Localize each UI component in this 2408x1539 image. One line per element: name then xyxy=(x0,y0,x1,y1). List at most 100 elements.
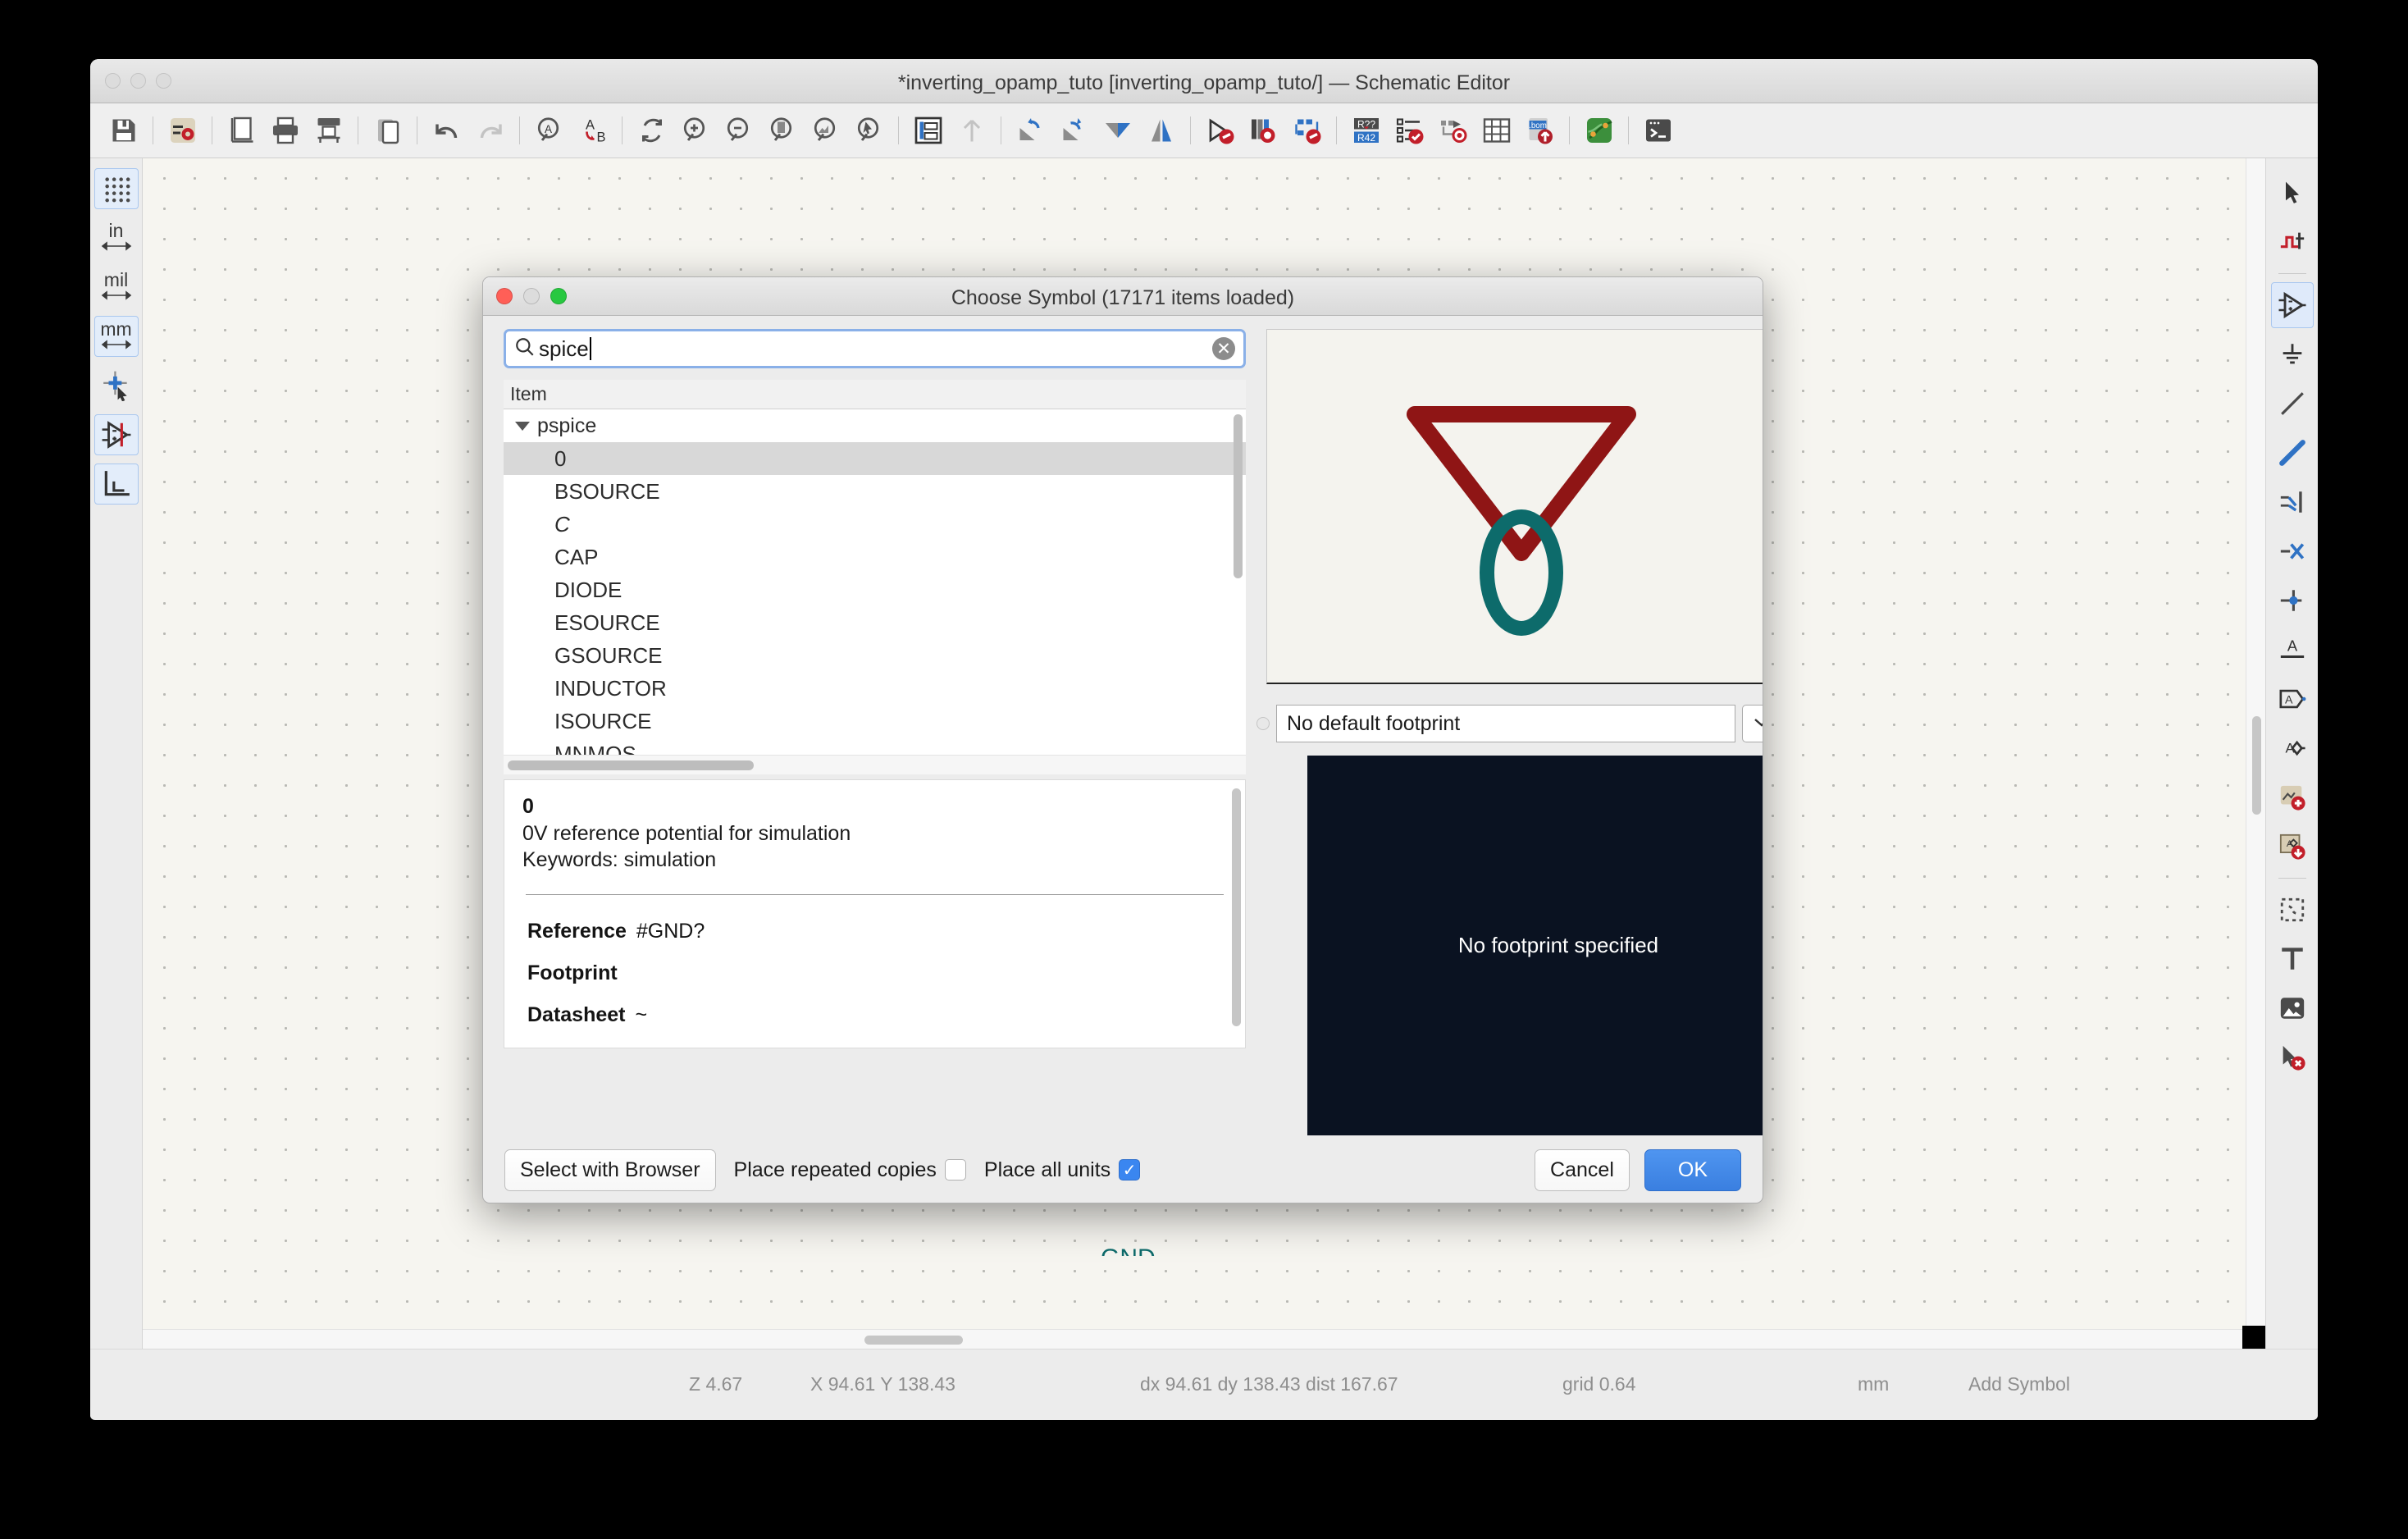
tree-item-cap[interactable]: CAP xyxy=(504,541,1246,573)
find-icon[interactable]: A xyxy=(527,109,571,153)
wire-to-bus-icon[interactable] xyxy=(2271,479,2314,525)
find-replace-icon[interactable]: AB xyxy=(571,109,614,153)
delete-tool-icon[interactable] xyxy=(2271,1034,2314,1080)
highlight-net-icon[interactable] xyxy=(2271,219,2314,265)
global-label-icon[interactable]: A xyxy=(2271,676,2314,722)
description-field-datasheet: Datasheet ~ xyxy=(522,1003,1227,1027)
add-image-icon[interactable] xyxy=(2271,985,2314,1031)
tree-item-c[interactable]: C xyxy=(504,508,1246,541)
field-value[interactable]: ~ xyxy=(636,1003,648,1027)
chevron-down-icon[interactable] xyxy=(515,421,530,431)
selection-tool-icon[interactable] xyxy=(2271,170,2314,216)
redo-icon[interactable] xyxy=(468,109,512,153)
net-label-icon[interactable]: A xyxy=(2271,627,2314,673)
hidden-pins-icon[interactable] xyxy=(93,414,139,455)
hierarchical-label-icon[interactable]: A xyxy=(2271,725,2314,771)
place-repeated-copies-row[interactable]: Place repeated copies xyxy=(734,1158,966,1182)
zoom-out-icon[interactable] xyxy=(717,109,760,153)
junction-icon[interactable] xyxy=(2271,578,2314,623)
draw-wire-icon[interactable] xyxy=(2271,381,2314,427)
place-all-units-label: Place all units xyxy=(983,1158,1111,1181)
select-with-browser-button[interactable]: Select with Browser xyxy=(504,1149,716,1191)
toolbar-separator xyxy=(1628,116,1629,144)
canvas-hscrollbar[interactable] xyxy=(143,1329,2246,1349)
mirror-vertical-icon[interactable] xyxy=(1139,109,1183,153)
rotate-cw-icon[interactable] xyxy=(1052,109,1096,153)
refresh-icon[interactable] xyxy=(630,109,673,153)
place-all-units-row[interactable]: Place all units ✓ xyxy=(983,1158,1141,1182)
cancel-button[interactable]: Cancel xyxy=(1535,1149,1630,1191)
tree-item-isource[interactable]: ISOURCE xyxy=(504,705,1246,738)
units-inches-icon[interactable]: in xyxy=(94,217,139,258)
add-symbol-icon[interactable] xyxy=(2270,282,2314,328)
no-connect-icon[interactable] xyxy=(2271,528,2314,574)
symbol-tree[interactable]: pspice 0 BSOURCE C CAP DIODE ESOURCE GSO… xyxy=(504,409,1246,755)
symbol-description-panel: 0 0V reference potential for simulation … xyxy=(504,779,1246,1048)
place-all-units-checkbox[interactable]: ✓ xyxy=(1119,1159,1141,1181)
page-settings-icon[interactable] xyxy=(220,109,263,153)
import-sheet-pin-icon[interactable]: A xyxy=(2271,824,2314,870)
bom-icon[interactable]: .bom xyxy=(1518,109,1562,153)
tree-item-bsource[interactable]: BSOURCE xyxy=(504,475,1246,508)
mirror-horizontal-icon[interactable] xyxy=(1096,109,1139,153)
add-text-icon[interactable] xyxy=(2271,936,2314,982)
save-icon[interactable] xyxy=(102,109,145,153)
symbol-library-browser-icon[interactable] xyxy=(1242,109,1285,153)
scripting-console-icon[interactable] xyxy=(1636,109,1680,153)
edit-symbol-fields-icon[interactable] xyxy=(1198,109,1242,153)
zoom-in-icon[interactable] xyxy=(673,109,717,153)
tree-vscrollbar-thumb[interactable] xyxy=(1234,414,1243,578)
assign-footprints-icon[interactable] xyxy=(1431,109,1475,153)
place-repeated-copies-checkbox[interactable] xyxy=(944,1159,966,1181)
clear-icon[interactable]: ✕ xyxy=(1212,337,1235,360)
full-crosshair-icon[interactable] xyxy=(94,365,139,406)
units-mm-icon[interactable]: mm xyxy=(93,316,139,357)
paste-icon[interactable] xyxy=(366,109,409,153)
undo-icon[interactable] xyxy=(425,109,468,153)
spreadsheet-icon[interactable] xyxy=(1475,109,1518,153)
rotate-ccw-icon[interactable] xyxy=(1009,109,1052,153)
tree-column-header: Item xyxy=(504,380,1246,409)
tree-item-esource[interactable]: ESOURCE xyxy=(504,606,1246,639)
open-pcb-icon[interactable] xyxy=(1577,109,1621,153)
draw-polygon-icon[interactable] xyxy=(2271,887,2314,933)
zoom-fit-page-icon[interactable] xyxy=(760,109,804,153)
canvas-vscrollbar-thumb[interactable] xyxy=(2252,716,2261,815)
units-mils-icon[interactable]: mil xyxy=(94,267,139,308)
tree-hscrollbar-thumb[interactable] xyxy=(508,760,754,770)
canvas-hscrollbar-thumb[interactable] xyxy=(864,1336,963,1345)
tree-item-diode[interactable]: DIODE xyxy=(504,573,1246,606)
footprint-field[interactable]: No default footprint xyxy=(1276,705,1735,742)
tree-item-mnmos[interactable]: MNMOS xyxy=(504,738,1246,756)
tree-item-0[interactable]: 0 xyxy=(504,442,1246,475)
draw-bus-icon[interactable] xyxy=(2271,430,2314,476)
add-sheet-icon[interactable] xyxy=(2271,774,2314,820)
print-icon[interactable] xyxy=(263,109,307,153)
add-power-icon[interactable] xyxy=(2271,331,2314,377)
ok-button[interactable]: OK xyxy=(1644,1149,1741,1191)
tree-item-gsource[interactable]: GSOURCE xyxy=(504,639,1246,672)
tree-item-inductor[interactable]: INDUCTOR xyxy=(504,672,1246,705)
hierarchy-navigator-icon[interactable] xyxy=(906,109,950,153)
search-input[interactable]: spice ✕ xyxy=(504,329,1246,368)
zoom-selection-icon[interactable] xyxy=(847,109,891,153)
zoom-fit-objects-icon[interactable] xyxy=(804,109,847,153)
plot-icon[interactable] xyxy=(307,109,350,153)
toggle-grid-icon[interactable] xyxy=(93,168,139,209)
tree-group-pspice[interactable]: pspice xyxy=(504,409,1246,442)
erc-icon[interactable] xyxy=(1388,109,1431,153)
svg-text:A: A xyxy=(544,123,551,135)
canvas-vscrollbar[interactable] xyxy=(2246,158,2265,1329)
annotate-icon[interactable]: R?? R42 xyxy=(1344,109,1388,153)
schematic-setup-icon[interactable] xyxy=(161,109,204,153)
status-delta: dx 94.61 dy 138.43 dist 167.67 xyxy=(1140,1373,1398,1395)
leave-sheet-icon[interactable] xyxy=(950,109,993,153)
description-vscrollbar-thumb[interactable] xyxy=(1232,788,1241,1026)
footprint-dropdown-button[interactable] xyxy=(1742,705,1763,742)
edit-symbol-icon[interactable] xyxy=(1285,109,1329,153)
description-field-reference: Reference #GND? xyxy=(522,920,1227,943)
choose-symbol-dialog: Choose Symbol (17171 items loaded) spice… xyxy=(482,276,1763,1203)
tree-hscrollbar[interactable] xyxy=(504,755,1246,774)
tree-item-label: CAP xyxy=(554,544,599,569)
wire-angle-icon[interactable] xyxy=(93,464,139,505)
